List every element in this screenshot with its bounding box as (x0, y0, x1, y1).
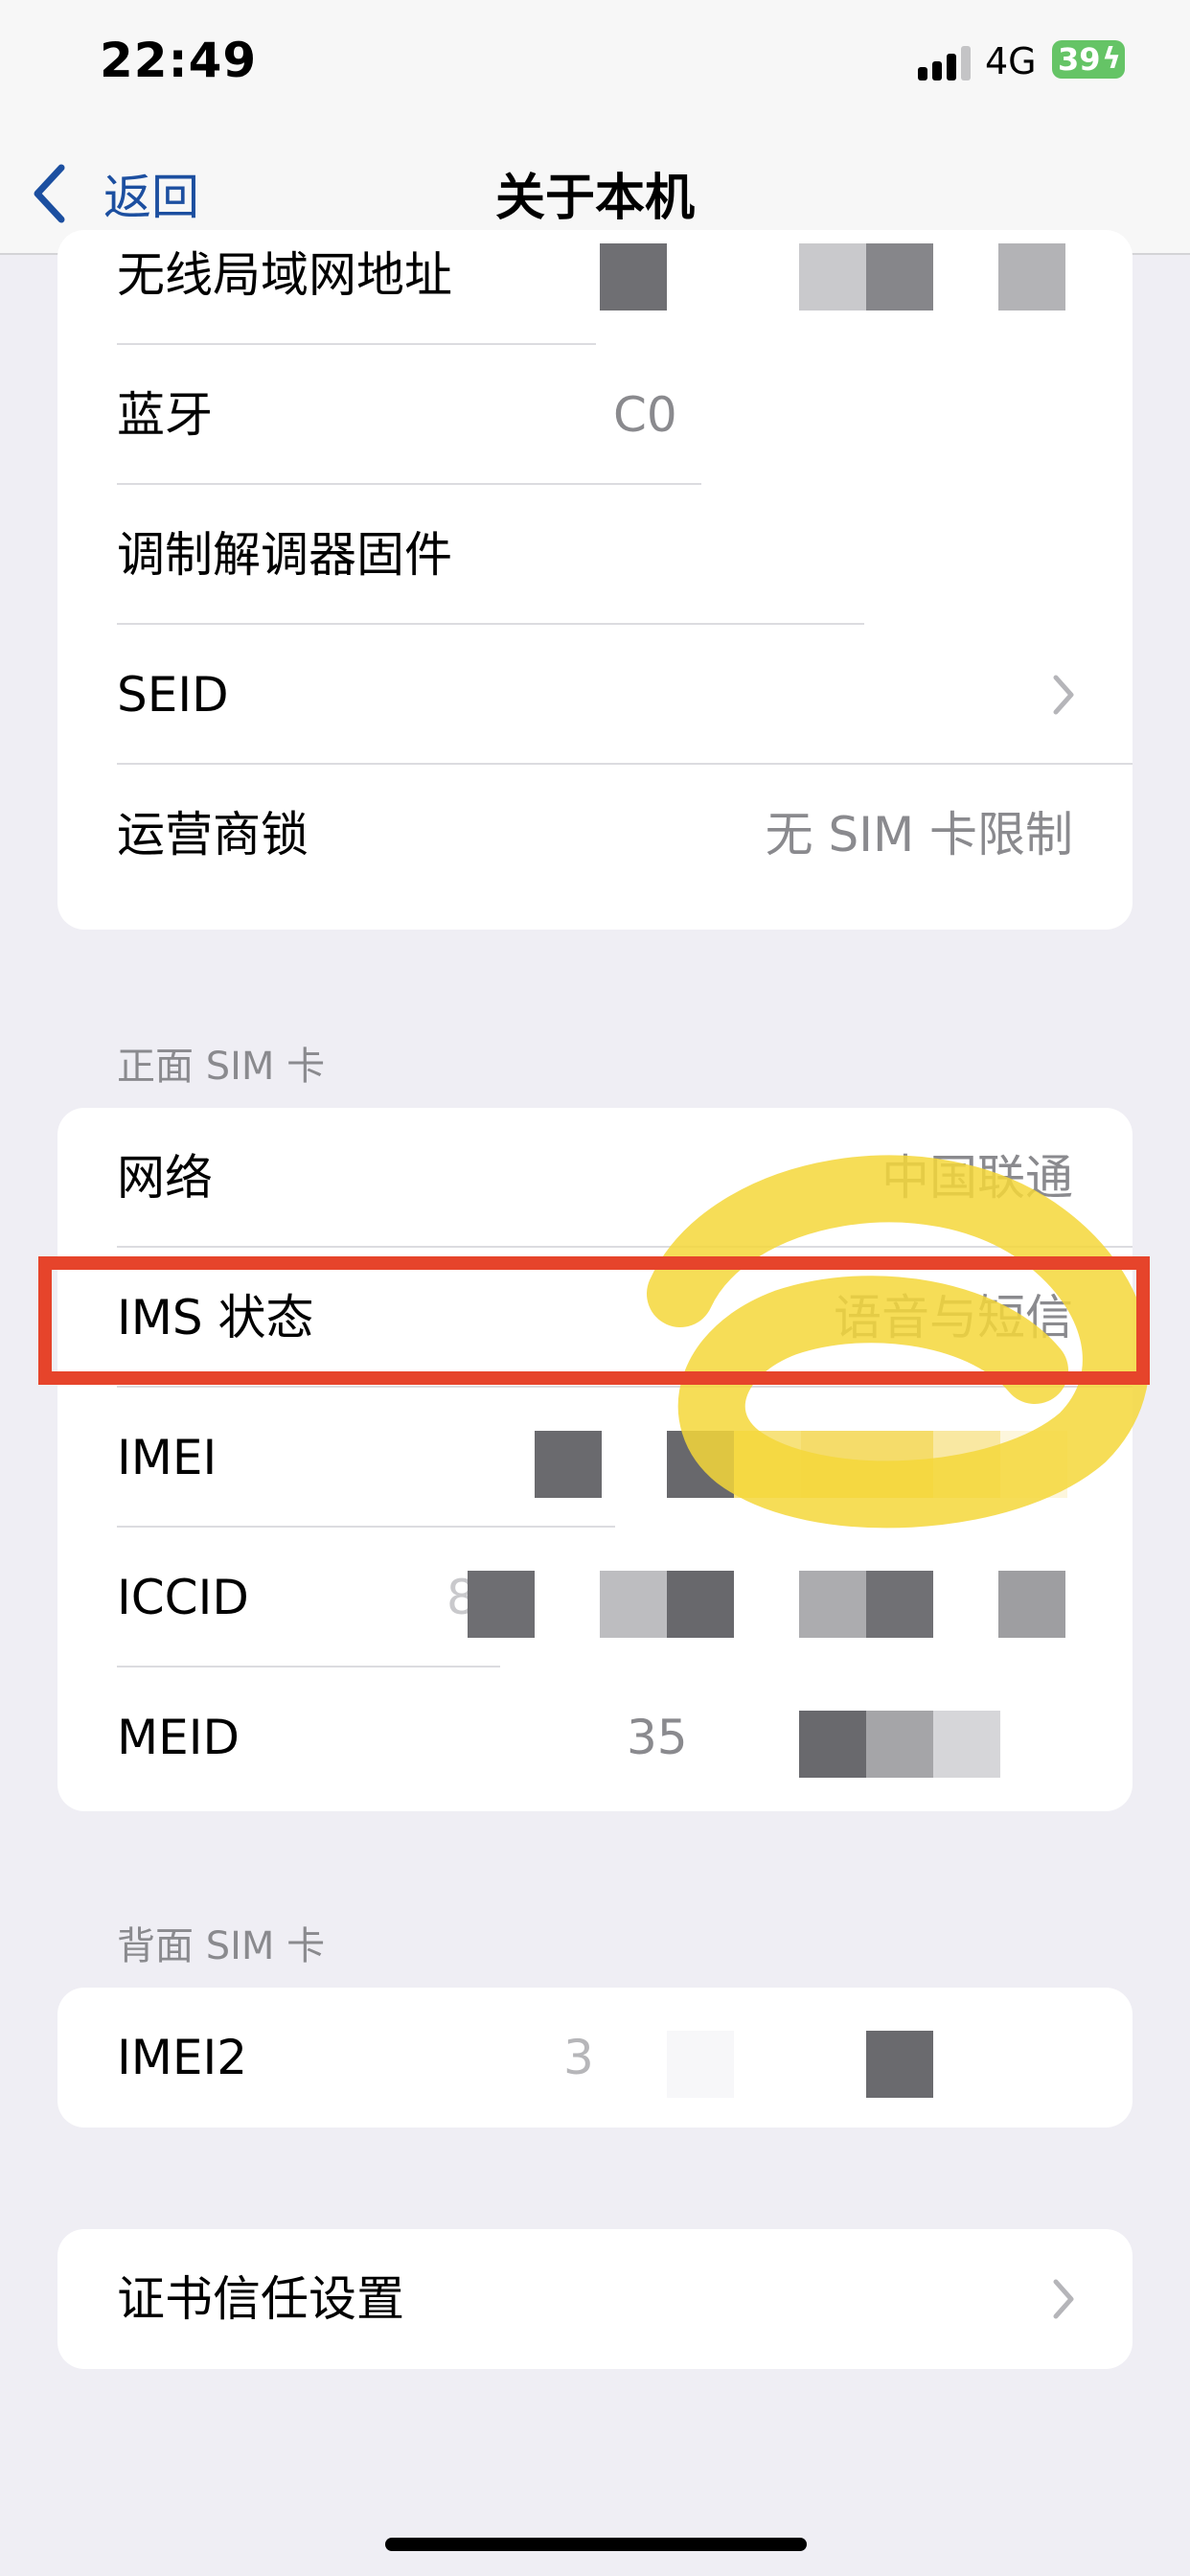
redacted-block (866, 1711, 933, 1778)
redacted-block (868, 1431, 935, 1498)
row-iccid[interactable]: ICCID 8 (57, 1528, 1133, 1668)
row-meid[interactable]: MEID 35 (57, 1668, 1133, 1807)
partial-value: 3 (563, 2030, 594, 2085)
status-bar: 22:49 4G 39 ϟ (0, 0, 1190, 134)
row-value: 无 SIM 卡限制 (765, 807, 1073, 862)
redacted-block (998, 243, 1065, 310)
row-label: 蓝牙 (117, 387, 213, 443)
redacted-block (600, 243, 667, 310)
signal-bars-icon (918, 46, 972, 80)
device-info-group: 无线局域网地址 蓝牙 C0 调制解调器固件 SEID 运营商锁 无 SIM 卡限… (57, 230, 1133, 930)
row-network[interactable]: 网络 中国联通 (57, 1108, 1133, 1248)
partial-value: 35 (627, 1710, 688, 1765)
section-header-front-sim: 正面 SIM 卡 (117, 1045, 326, 1089)
about-device-screen: 22:49 4G 39 ϟ 返回 关于本机 无线局域网地址 蓝牙 C0 调制解调… (0, 0, 1190, 2576)
redacted-block (866, 2031, 933, 2098)
redacted-block (801, 1431, 868, 1498)
row-label: IMEI (117, 1430, 217, 1485)
network-type: 4G (985, 40, 1037, 82)
chevron-right-icon (1053, 2279, 1074, 2319)
row-label: 调制解调器固件 (117, 527, 452, 583)
redacted-block (799, 243, 866, 310)
redacted-block (667, 2031, 734, 2098)
charging-bolt-icon: ϟ (1102, 42, 1121, 76)
row-label: ICCID (117, 1570, 249, 1625)
row-modem-firmware[interactable]: 调制解调器固件 (57, 485, 1133, 625)
front-sim-group: 网络 中国联通 IMS 状态 语音与短信 IMEI ICCID 8 MEID 3… (57, 1108, 1133, 1811)
status-time: 22:49 (100, 33, 258, 88)
row-label: MEID (117, 1710, 240, 1765)
battery-level: 39 (1058, 41, 1101, 78)
row-label: 无线局域网地址 (117, 247, 452, 303)
row-label: IMEI2 (117, 2030, 248, 2085)
red-highlight-box (38, 1256, 1150, 1385)
redacted-block (535, 1431, 602, 1498)
redacted-block (799, 1711, 866, 1778)
redacted-block (933, 1431, 1000, 1498)
redacted-block (866, 243, 933, 310)
redacted-block (734, 1431, 801, 1498)
row-label: 运营商锁 (117, 807, 309, 862)
redacted-block (866, 1571, 933, 1638)
row-certificate-trust[interactable]: 证书信任设置 (57, 2229, 1133, 2369)
redacted-block (468, 1571, 535, 1638)
redacted-block (667, 1431, 734, 1498)
back-sim-group: IMEI2 3 (57, 1988, 1133, 2128)
redacted-block (933, 1711, 1000, 1778)
row-label: 证书信任设置 (117, 2271, 404, 2327)
redacted-block (600, 1571, 667, 1638)
row-imei[interactable]: IMEI (57, 1388, 1133, 1528)
row-label: 网络 (117, 1150, 213, 1206)
row-bluetooth[interactable]: 蓝牙 C0 (57, 345, 1133, 485)
redacted-block (1000, 1431, 1067, 1498)
battery-charging-icon: 39 ϟ (1052, 40, 1125, 79)
redacted-block (667, 1571, 734, 1638)
chevron-right-icon (1053, 675, 1074, 715)
row-value: 中国联通 (881, 1150, 1073, 1206)
row-seid[interactable]: SEID (57, 625, 1133, 765)
row-imei2[interactable]: IMEI2 3 (57, 1988, 1133, 2128)
page-title: 关于本机 (494, 170, 695, 227)
redacted-block (998, 1571, 1065, 1638)
row-carrier-lock[interactable]: 运营商锁 无 SIM 卡限制 (57, 765, 1133, 905)
home-indicator (385, 2538, 807, 2551)
redacted-block (799, 1571, 866, 1638)
certificate-group: 证书信任设置 (57, 2229, 1133, 2369)
section-header-back-sim: 背面 SIM 卡 (117, 1924, 326, 1968)
row-label: SEID (117, 667, 229, 723)
partial-value: C0 (613, 387, 677, 443)
